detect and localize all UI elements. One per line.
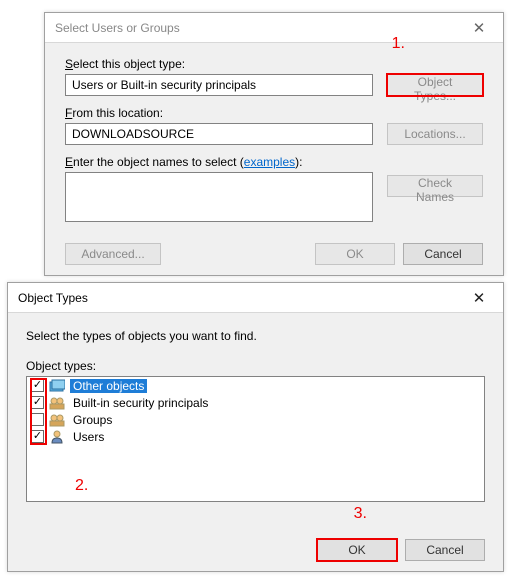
list-item[interactable]: Users xyxy=(27,428,484,445)
group-icon xyxy=(48,395,66,410)
cancel-button[interactable]: Cancel xyxy=(403,243,483,265)
dialog-title: Select Users or Groups xyxy=(55,21,180,35)
ok-button[interactable]: OK xyxy=(315,243,395,265)
checkbox-icon[interactable] xyxy=(31,396,44,409)
enter-names-row: Check Names xyxy=(65,172,483,222)
titlebar: Object Types ✕ xyxy=(8,283,503,313)
checkbox-icon[interactable] xyxy=(31,413,44,426)
examples-link[interactable]: examples xyxy=(244,155,295,169)
list-item[interactable]: Other objects xyxy=(27,377,484,394)
from-location-row: Locations... xyxy=(65,123,483,145)
annotation-2: 2. xyxy=(75,477,88,495)
list-item-label: Built-in security principals xyxy=(70,396,211,410)
annotation-1: 1. xyxy=(392,35,405,53)
cancel-button[interactable]: Cancel xyxy=(405,539,485,561)
object-type-row: Object Types... xyxy=(65,74,483,96)
object-type-field[interactable] xyxy=(65,74,373,96)
titlebar: Select Users or Groups ✕ xyxy=(45,13,503,43)
instruction-text: Select the types of objects you want to … xyxy=(26,329,485,343)
object-types-list[interactable]: Other objects Built-in security principa… xyxy=(26,376,485,502)
button-row: Advanced... OK Cancel xyxy=(45,243,503,265)
cube-icon xyxy=(48,378,66,393)
object-types-button[interactable]: Object Types... xyxy=(387,74,483,96)
dialog-title: Object Types xyxy=(18,291,88,305)
list-item-label: Groups xyxy=(70,413,115,427)
from-location-label: From this location: xyxy=(65,106,483,120)
checkbox-icon[interactable] xyxy=(31,379,44,392)
group-icon xyxy=(48,412,66,427)
enter-names-label: Enter the object names to select (exampl… xyxy=(65,155,483,169)
annotation-3: 3. xyxy=(354,505,367,523)
user-icon xyxy=(48,429,66,444)
list-item-label: Users xyxy=(70,430,107,444)
list-item[interactable]: Built-in security principals xyxy=(27,394,484,411)
list-item-label: Other objects xyxy=(70,379,147,393)
checkbox-icon[interactable] xyxy=(31,430,44,443)
locations-button[interactable]: Locations... xyxy=(387,123,483,145)
button-row: OK Cancel xyxy=(8,539,503,561)
close-icon[interactable]: ✕ xyxy=(465,283,493,312)
from-location-field[interactable] xyxy=(65,123,373,145)
object-type-label: Select this object type: xyxy=(65,57,483,71)
list-item[interactable]: Groups xyxy=(27,411,484,428)
advanced-button[interactable]: Advanced... xyxy=(65,243,161,265)
close-icon[interactable]: ✕ xyxy=(465,13,493,42)
object-types-dialog: Object Types ✕ Select the types of objec… xyxy=(7,282,504,572)
ok-button[interactable]: OK xyxy=(317,539,397,561)
dialog-body: Select the types of objects you want to … xyxy=(8,313,503,571)
check-names-button[interactable]: Check Names xyxy=(387,175,483,197)
select-users-dialog: Select Users or Groups ✕ 1. Select this … xyxy=(44,12,504,276)
object-names-input[interactable] xyxy=(65,172,373,222)
dialog-body: 1. Select this object type: Object Types… xyxy=(45,43,503,244)
list-label: Object types: xyxy=(26,359,485,373)
